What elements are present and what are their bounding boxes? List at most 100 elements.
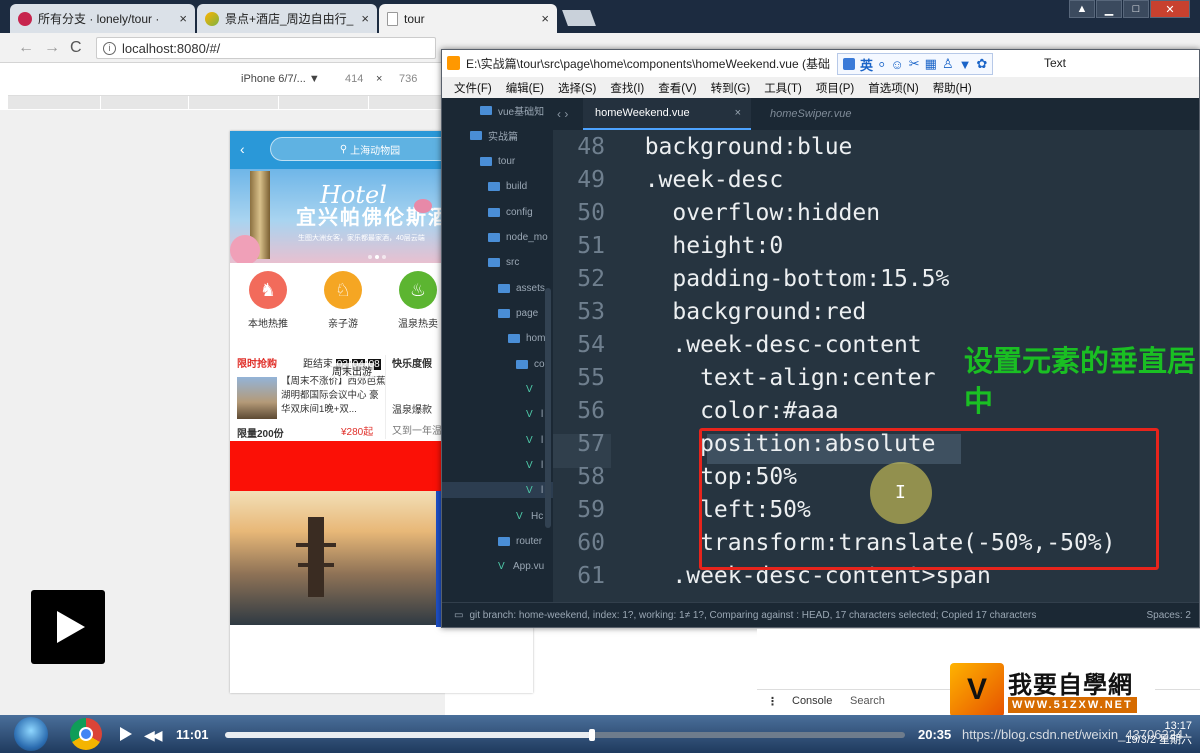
tree-folder[interactable]: node_mo [488, 229, 548, 245]
menu-edit[interactable]: 编辑(E) [506, 80, 544, 96]
device-select[interactable]: iPhone 6/7/... ▼ [241, 73, 320, 85]
line-number: 54 [577, 332, 605, 358]
pagoda-landscape-image[interactable] [230, 491, 436, 625]
line-number: 53 [577, 299, 605, 325]
code-line: background:blue [617, 134, 853, 160]
seek-bar[interactable] [225, 729, 905, 741]
watermark-site: WWW.51ZXW.NET [1008, 697, 1137, 713]
editor-tab-bar: ‹ › homeWeekend.vue × homeSwiper.vue [553, 98, 1199, 130]
search-input[interactable]: ⚲ 上海动物园 [270, 137, 470, 161]
url-input[interactable]: i localhost:8080/#/ [96, 37, 436, 59]
ime-skin-icon[interactable]: ▼ [959, 57, 972, 72]
tree-file[interactable]: V [526, 381, 541, 397]
ime-punct-icon[interactable]: ⸰ [878, 55, 885, 73]
menu-goto[interactable]: 转到(G) [711, 80, 751, 96]
blossom-decoration [230, 235, 260, 263]
rewind-icon[interactable]: ◀◀ [144, 727, 162, 744]
tree-file[interactable]: Vl [526, 457, 543, 473]
system-clock[interactable]: 13:17 19/3/2 星期六 [1125, 719, 1192, 747]
tree-file[interactable]: V Hc [516, 508, 543, 524]
category-family[interactable]: ♘ 亲子游 [308, 271, 378, 330]
tree-folder[interactable]: assets [498, 280, 545, 296]
tree-folder[interactable]: build [488, 178, 527, 194]
menu-file[interactable]: 文件(F) [454, 80, 492, 96]
tree-folder[interactable]: src [488, 254, 519, 270]
sidebar-scrollbar[interactable] [545, 288, 551, 528]
close-tab-icon[interactable]: × [179, 11, 187, 26]
user-menu-button[interactable]: ▲ [1069, 0, 1095, 18]
back-arrow-icon[interactable]: ← [18, 39, 34, 57]
reload-icon[interactable]: C [70, 39, 82, 57]
tree-folder[interactable]: tour [480, 153, 515, 169]
chrome-taskbar-icon[interactable] [70, 718, 102, 750]
console-tab[interactable]: Console [792, 695, 832, 707]
menu-preferences[interactable]: 首选项(N) [868, 80, 918, 96]
device-width-input[interactable]: 414 [345, 73, 363, 85]
blossom-decoration [414, 199, 432, 213]
ime-emoji-icon[interactable]: ☺ [890, 57, 903, 72]
tree-folder[interactable]: co [516, 356, 545, 372]
new-tab-button[interactable] [562, 10, 596, 26]
code-line: text-align:center [617, 365, 936, 391]
folder-icon [498, 536, 510, 546]
ime-language[interactable]: 英 [860, 55, 873, 74]
vue-file-icon: V [526, 408, 533, 420]
tree-file[interactable]: Vl [526, 432, 543, 448]
folder-icon [516, 359, 528, 369]
browser-tab-tour[interactable]: tour × [379, 4, 557, 33]
close-tab-icon[interactable]: × [735, 107, 741, 119]
tab-homeswiper[interactable]: homeSwiper.vue [758, 98, 864, 130]
vue-file-icon: V [526, 434, 533, 446]
media-query-bar[interactable] [8, 95, 445, 110]
drawer-menu-icon[interactable]: ⋮ [767, 695, 778, 708]
line-number: 52 [577, 266, 605, 292]
tree-folder[interactable]: page [498, 305, 538, 321]
tree-folder[interactable]: 实战篇 [470, 127, 518, 143]
ime-toolbar[interactable]: 英 ⸰ ☺ ✂ ▦ ♙ ▼ ✿ [837, 53, 994, 75]
code-line: .week-desc [617, 167, 784, 193]
ime-user-icon [843, 58, 855, 70]
status-panel-icon[interactable]: ▭ [454, 610, 463, 621]
carousel-dots[interactable] [368, 255, 386, 259]
start-button-icon[interactable] [14, 717, 48, 751]
tree-folder[interactable]: config [488, 204, 533, 220]
close-tab-icon[interactable]: × [361, 11, 369, 26]
forward-arrow-icon[interactable]: → [44, 39, 60, 57]
menu-view[interactable]: 查看(V) [658, 80, 696, 96]
ime-settings-icon[interactable]: ✿ [976, 56, 987, 72]
tree-file[interactable]: Vl [526, 406, 543, 422]
tree-file-selected[interactable]: Vl [442, 482, 553, 498]
indent-setting[interactable]: Spaces: 2 [1147, 610, 1191, 621]
minimize-button[interactable]: ▁ [1096, 0, 1122, 18]
menu-help[interactable]: 帮助(H) [933, 80, 972, 96]
tree-file[interactable]: V App.vu [498, 558, 544, 574]
seek-handle[interactable] [589, 729, 596, 741]
browser-tab-travel[interactable]: 景点+酒店_周边自由行_ × [197, 4, 377, 33]
play-icon[interactable] [120, 727, 132, 741]
category-local-hot[interactable]: ♞ 本地热推 [233, 271, 303, 330]
menu-selection[interactable]: 选择(S) [558, 80, 596, 96]
tab-nav-arrows[interactable]: ‹ › [557, 107, 568, 121]
close-window-button[interactable]: ✕ [1150, 0, 1190, 18]
ime-keyboard-icon[interactable]: ▦ [925, 56, 937, 72]
menu-project[interactable]: 项目(P) [816, 80, 854, 96]
tab-homeweekend[interactable]: homeWeekend.vue × [583, 98, 751, 130]
holiday-title: 快乐度假 [392, 359, 432, 370]
tree-folder[interactable]: router [498, 533, 542, 549]
maximize-button[interactable]: □ [1123, 0, 1149, 18]
menu-find[interactable]: 查找(I) [610, 80, 644, 96]
tree-folder[interactable]: vue基础知 [480, 102, 544, 118]
close-tab-icon[interactable]: × [541, 11, 549, 26]
ime-person-icon[interactable]: ♙ [942, 56, 954, 72]
device-height-input[interactable]: 736 [399, 73, 417, 85]
info-icon[interactable]: i [103, 41, 116, 55]
tree-folder[interactable]: hom [508, 330, 545, 346]
menu-tools[interactable]: 工具(T) [764, 80, 802, 96]
seek-progress [225, 732, 593, 738]
search-tab[interactable]: Search [850, 695, 885, 707]
browser-tab-gitee[interactable]: 所有分支 · lonely/tour · × [10, 4, 195, 33]
ime-scissors-icon[interactable]: ✂ [909, 56, 920, 72]
video-play-button[interactable] [31, 590, 105, 664]
back-arrow-icon[interactable]: ‹ [240, 141, 245, 157]
code-area[interactable]: 48 49 50 51 52 53 54 55 56 57 58 59 60 6… [553, 130, 1199, 602]
